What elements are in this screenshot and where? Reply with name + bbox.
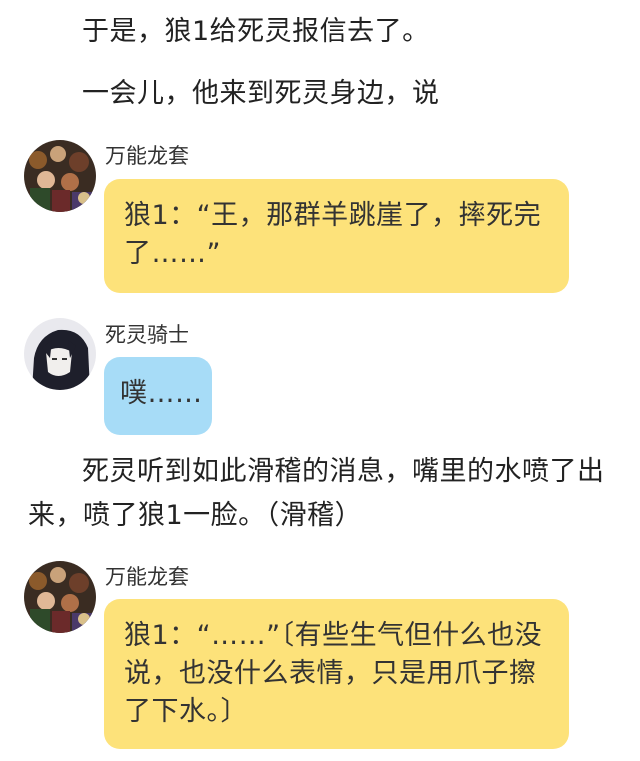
group-characters-avatar[interactable] [24, 561, 96, 633]
avatar-image [24, 140, 96, 212]
avatar-image [24, 561, 96, 633]
sender-name: 死灵骑士 [105, 323, 189, 347]
chat-bubble: 噗…… [104, 357, 212, 435]
chat-bubble: 狼1：“……”〔有些生气但什么也没说，也没什么表情，只是用爪子擦了下水。〕 [104, 599, 569, 749]
chat-bubble: 狼1：“王，那群羊跳崖了，摔死完了……” [104, 179, 569, 293]
dark-knight-avatar[interactable] [24, 318, 96, 390]
story-line-2: 一会儿，他来到死灵身边，说 [82, 78, 440, 109]
story-line-3: 死灵听到如此滑稽的消息，嘴里的水喷了出来，喷了狼1一脸。（滑稽） [28, 456, 605, 531]
story-line-1: 于是，狼1给死灵报信去了。 [82, 16, 430, 47]
sender-name: 万能龙套 [105, 565, 189, 589]
avatar-image [24, 318, 96, 390]
sender-name: 万能龙套 [105, 144, 189, 168]
group-characters-avatar[interactable] [24, 140, 96, 212]
